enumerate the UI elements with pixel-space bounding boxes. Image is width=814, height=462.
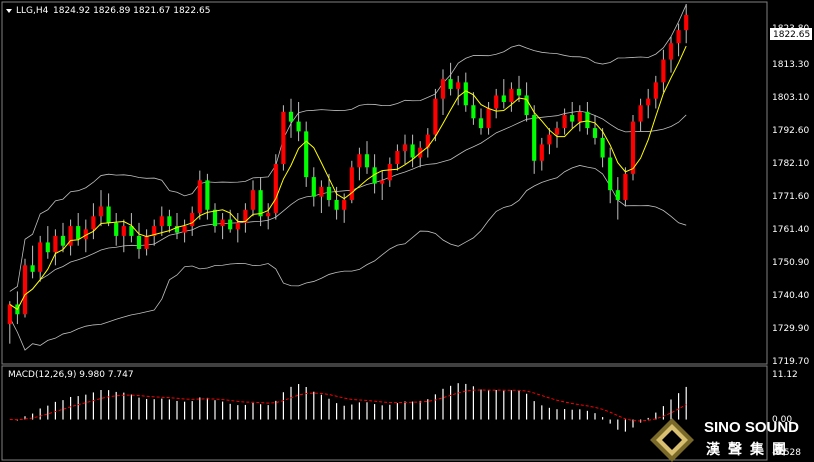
candle-body bbox=[60, 235, 66, 246]
price-tick: 1740.40 bbox=[772, 291, 809, 301]
candle-body bbox=[38, 242, 43, 272]
trading-chart[interactable]: LLG,H4 1824.92 1826.89 1821.67 1822.65 M… bbox=[0, 0, 814, 462]
candle-body bbox=[646, 98, 651, 106]
candle-body bbox=[486, 108, 491, 129]
candle-body bbox=[471, 105, 476, 119]
candle-body bbox=[524, 95, 529, 116]
ohlc-readout: 1824.92 1826.89 1821.67 1822.65 bbox=[53, 6, 210, 16]
candle-body bbox=[395, 150, 400, 165]
candle-body bbox=[638, 105, 643, 122]
candle-body bbox=[220, 219, 225, 227]
candle-body bbox=[653, 82, 658, 99]
candle-body bbox=[281, 111, 286, 165]
candle-body bbox=[478, 118, 484, 129]
candle-body bbox=[197, 180, 202, 214]
candle-body bbox=[30, 265, 35, 272]
candle-body bbox=[494, 95, 499, 109]
macd-tick: 11.12 bbox=[772, 370, 798, 380]
candle-body bbox=[326, 186, 332, 200]
candle-body bbox=[463, 82, 468, 106]
price-tick: 1771.60 bbox=[772, 192, 809, 202]
candle-body bbox=[684, 14, 689, 31]
candle-body bbox=[608, 157, 613, 191]
candle-body bbox=[250, 190, 256, 210]
macd-label: MACD(12,26,9) 9.980 7.747 bbox=[8, 370, 134, 380]
candle-body bbox=[76, 226, 81, 240]
candle-body bbox=[190, 213, 195, 227]
candle-body bbox=[402, 144, 408, 151]
candle-body bbox=[661, 59, 666, 83]
candle-body bbox=[266, 213, 271, 217]
candle-body bbox=[288, 111, 294, 122]
candle-body bbox=[53, 235, 58, 253]
current-price-label: 1822.65 bbox=[773, 30, 810, 40]
candle-body bbox=[7, 304, 12, 325]
price-tick: 1803.10 bbox=[772, 93, 809, 103]
candle-body bbox=[106, 206, 111, 223]
candle-body bbox=[91, 216, 96, 230]
candle-body bbox=[433, 98, 438, 135]
candle-body bbox=[212, 209, 218, 227]
candle-body bbox=[509, 88, 514, 102]
candle-body bbox=[547, 134, 552, 145]
candle-body bbox=[516, 88, 522, 96]
candle-body bbox=[167, 216, 172, 227]
candle-body bbox=[311, 177, 316, 197]
candle-body bbox=[304, 131, 309, 178]
candle-body bbox=[258, 190, 263, 217]
price-tick: 1782.10 bbox=[772, 159, 809, 169]
candle-body bbox=[205, 180, 210, 210]
candle-body bbox=[114, 222, 119, 236]
candle-body bbox=[554, 128, 560, 135]
candle-body bbox=[349, 167, 354, 200]
candle-body bbox=[592, 128, 598, 138]
candle-body bbox=[228, 219, 233, 230]
candle-body bbox=[296, 121, 301, 132]
candle-body bbox=[342, 199, 347, 210]
candle-body bbox=[600, 137, 605, 158]
candle-body bbox=[448, 79, 453, 89]
price-tick: 1750.90 bbox=[772, 258, 809, 268]
candle-body bbox=[410, 144, 415, 158]
candle-body bbox=[676, 30, 681, 44]
candle-body bbox=[45, 242, 50, 253]
candle-body bbox=[577, 111, 582, 122]
candle-body bbox=[623, 173, 628, 200]
candle-body bbox=[319, 186, 324, 197]
candle-body bbox=[380, 180, 385, 184]
candle-body bbox=[501, 95, 506, 102]
candle-body bbox=[334, 199, 339, 210]
candle-body bbox=[562, 115, 567, 129]
candle-body bbox=[273, 164, 278, 214]
candle-body bbox=[532, 115, 537, 161]
candle-body bbox=[121, 226, 126, 236]
candle-body bbox=[159, 216, 164, 227]
candle-body bbox=[357, 154, 362, 168]
candle-body bbox=[585, 111, 590, 129]
candle-body bbox=[440, 79, 446, 99]
candle-body bbox=[615, 190, 620, 200]
price-tick: 1729.90 bbox=[772, 324, 809, 334]
candle-body bbox=[539, 144, 544, 161]
candle-body bbox=[364, 154, 370, 168]
candle-body bbox=[235, 222, 240, 230]
candle-body bbox=[182, 226, 187, 233]
candle-body bbox=[668, 43, 674, 60]
symbol-label: LLG,H4 bbox=[16, 6, 49, 16]
candle-body bbox=[570, 115, 575, 122]
candle-body bbox=[144, 235, 149, 249]
candle-body bbox=[387, 164, 392, 181]
price-tick: 1761.40 bbox=[772, 225, 809, 235]
price-tick: 1719.70 bbox=[772, 357, 809, 367]
brand-chinese: 漢聲集團 bbox=[706, 441, 794, 457]
candle-body bbox=[22, 265, 28, 315]
candle-body bbox=[136, 235, 142, 249]
brand-name: SINO SOUND bbox=[704, 419, 799, 436]
candle-body bbox=[98, 206, 104, 217]
price-tick: 1813.30 bbox=[772, 60, 809, 70]
price-tick: 1792.60 bbox=[772, 126, 809, 136]
candle-body bbox=[456, 82, 461, 89]
